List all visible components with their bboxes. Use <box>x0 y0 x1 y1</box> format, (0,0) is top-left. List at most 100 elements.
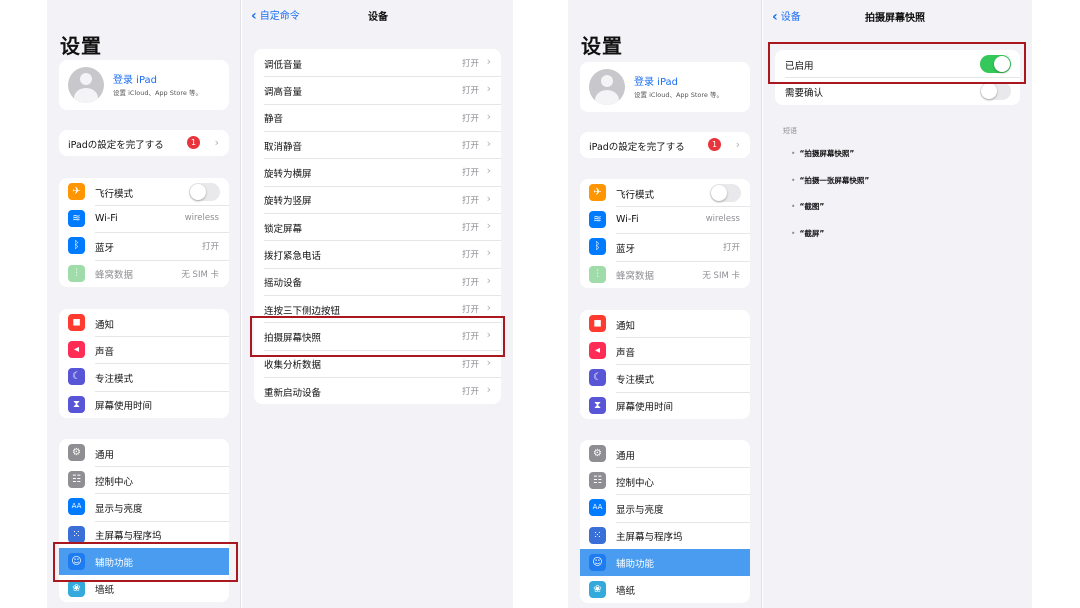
profile-card[interactable]: 登录 iPad 设置 iCloud、App Store 等。 <box>580 62 750 112</box>
sidebar-item-label: 辅助功能 <box>616 559 655 571</box>
notification-icon: ◼ <box>589 315 606 332</box>
back-button[interactable]: ‹ 自定命令 <box>251 7 300 24</box>
sidebar-item-value: wireless <box>184 213 219 224</box>
chevron-right-icon: › <box>486 355 491 369</box>
nav-title: 设备 <box>368 12 388 23</box>
command-label: 重新启动设备 <box>264 387 322 399</box>
bluetooth-icon: ᛒ <box>589 238 606 256</box>
sound-icon: ◂ <box>68 341 85 359</box>
sidebar-item[interactable]: ✈ 飞行模式 <box>59 178 229 205</box>
sidebar-item-label: 显示与亮度 <box>616 504 664 516</box>
sidebar-item-label: 专注模式 <box>95 373 134 385</box>
hourglass-icon: ⧗ <box>589 396 606 414</box>
gear-icon: ⚙ <box>68 444 85 461</box>
airplane-mode-toggle[interactable] <box>710 184 741 202</box>
sidebar-item[interactable]: ⧗ 屏幕使用时间 <box>59 390 229 418</box>
command-row[interactable]: 调低音量 打开 › <box>254 49 501 76</box>
sidebar-item[interactable]: ᛒ 蓝牙 打开 <box>59 232 229 259</box>
sidebar-item[interactable]: ☺ 辅助功能 <box>580 548 750 576</box>
sidebar-item[interactable]: ◂ 声音 <box>580 337 750 364</box>
sidebar-item[interactable]: ◼ 通知 <box>580 310 750 337</box>
command-row[interactable]: 拨打紧急电话 打开 › <box>254 240 501 267</box>
command-row[interactable]: 静音 打开 › <box>254 103 501 131</box>
sidebar-item[interactable]: ☷ 控制中心 <box>580 467 750 494</box>
airplane-icon: ✈ <box>68 183 85 200</box>
bullet-icon: • <box>791 149 796 158</box>
sidebar-item[interactable]: ◂ 声音 <box>59 336 229 363</box>
sidebar-item[interactable]: ☺ 辅助功能 <box>59 547 229 575</box>
command-row[interactable]: 锁定屏幕 打开 › <box>254 213 501 240</box>
confirm-toggle[interactable] <box>980 82 1011 101</box>
command-status: 打开 <box>461 305 479 316</box>
cellular-icon: ⫶ <box>68 264 85 282</box>
command-label: 拨打紧急电话 <box>264 250 322 262</box>
command-label: 旋转为横屏 <box>264 168 312 180</box>
chevron-right-icon: › <box>486 164 491 178</box>
sidebar-item-label: 声音 <box>616 347 636 359</box>
sidebar-item[interactable]: ⚙ 通用 <box>580 440 750 467</box>
setup-row[interactable]: iPadの設定を完了する 1 › <box>59 130 229 156</box>
wallpaper-icon: ❀ <box>68 579 85 597</box>
sidebar-item-label: 声音 <box>95 346 115 358</box>
sidebar-item-value: 无 SIM 卡 <box>181 269 219 280</box>
sidebar-item-label: 飞行模式 <box>616 189 655 201</box>
accessibility-icon: ☺ <box>589 553 606 571</box>
cellular-icon: ⫶ <box>589 265 606 283</box>
command-row[interactable]: 重新启动设备 打开 › <box>254 377 501 404</box>
sidebar-item[interactable]: ◼ 通知 <box>59 309 229 336</box>
sidebar-item[interactable]: ⁙ 主屏幕与程序坞 <box>59 520 229 548</box>
profile-card[interactable]: 登录 iPad 设置 iCloud、App Store 等。 <box>59 60 229 110</box>
chevron-right-icon: › <box>486 137 491 151</box>
sidebar-item[interactable]: ⚙ 通用 <box>59 439 229 466</box>
back-button[interactable]: ‹ 设备 <box>772 8 801 25</box>
command-label: 锁定屏幕 <box>264 223 303 235</box>
sidebar-item[interactable]: ⧗ 屏幕使用时间 <box>580 391 750 419</box>
phrase-text: “拍摄屏幕快照” <box>799 149 855 158</box>
notification-badge: 1 <box>187 136 200 149</box>
sidebar-item[interactable]: ☷ 控制中心 <box>59 466 229 493</box>
sidebar-item[interactable]: ✈ 飞行模式 <box>580 179 750 206</box>
sidebar-item-label: 蜂窝数据 <box>616 271 655 283</box>
sidebar-item[interactable]: ᛒ 蓝牙 打开 <box>580 233 750 260</box>
device-detail-pane: ‹ 自定命令 设备 调低音量 打开 › 调高音量 打开 › 静音 打开 › 取消静音 打开 › 旋转为横屏… <box>242 0 513 608</box>
command-row[interactable]: 旋转为竖屏 打开 › <box>254 185 501 213</box>
command-row[interactable]: 取消静音 打开 › <box>254 131 501 158</box>
command-label: 摇动设备 <box>264 278 303 290</box>
sidebar-item[interactable]: ⫶ 蜂窝数据 无 SIM 卡 <box>59 259 229 287</box>
profile-subtitle: 设置 iCloud、App Store 等。 <box>113 89 202 97</box>
command-row[interactable]: 调高音量 打开 › <box>254 76 501 103</box>
command-row[interactable]: 拍摄屏幕快照 打开 › <box>254 322 501 349</box>
sidebar-item[interactable]: ⁙ 主屏幕与程序坞 <box>580 521 750 549</box>
chevron-right-icon: › <box>486 82 491 96</box>
command-row[interactable]: 连按三下侧边按钮 打开 › <box>254 295 501 322</box>
sidebar-item[interactable]: ≋ Wi-Fi wireless <box>580 206 750 233</box>
connectivity-group: ✈ 飞行模式 ≋ Wi-Fi wireless ᛒ 蓝牙 打开 ⫶ 蜂窝数据 无 SIM 卡 <box>59 178 229 287</box>
sidebar-item-label: 通用 <box>616 450 636 462</box>
sidebar-item[interactable]: AA 显示与亮度 <box>580 494 750 521</box>
control-center-icon: ☷ <box>68 471 85 489</box>
command-row[interactable]: 摇动设备 打开 › <box>254 267 501 295</box>
setup-label: iPadの設定を完了する <box>68 140 164 151</box>
command-row[interactable]: 旋转为横屏 打开 › <box>254 158 501 185</box>
screenshot-command-detail-pane: ‹ 设备 拍摄屏幕快照 已启用 需要确认 短语 • “拍摄屏幕快照” • “拍摄一张屏幕… <box>763 0 1032 608</box>
display-icon: AA <box>68 498 85 516</box>
command-row[interactable]: 收集分析数据 打开 › <box>254 349 501 377</box>
airplane-mode-toggle[interactable] <box>189 183 220 201</box>
sidebar-item[interactable]: ❀ 墙纸 <box>59 575 229 602</box>
sidebar-item-value: wireless <box>705 214 740 225</box>
notifications-group: ◼ 通知 ◂ 声音 ☾ 专注模式 ⧗ 屏幕使用时间 <box>59 309 229 418</box>
sidebar-item-label: 通知 <box>95 319 115 331</box>
sidebar-item[interactable]: ≋ Wi-Fi wireless <box>59 205 229 232</box>
control-center-icon: ☷ <box>589 472 606 490</box>
sidebar-item[interactable]: ❀ 墙纸 <box>580 576 750 603</box>
setup-row[interactable]: iPadの設定を完了する 1 › <box>580 132 750 158</box>
sidebar-item[interactable]: ☾ 专注模式 <box>580 364 750 391</box>
chevron-right-icon: › <box>486 383 491 397</box>
sidebar-item[interactable]: ⫶ 蜂窝数据 无 SIM 卡 <box>580 260 750 288</box>
sidebar-item[interactable]: ☾ 专注模式 <box>59 363 229 390</box>
chevron-right-icon: › <box>486 109 491 123</box>
home-screen-icon: ⁙ <box>589 526 606 544</box>
sidebar-item[interactable]: AA 显示与亮度 <box>59 493 229 520</box>
sidebar-item-label: 墙纸 <box>616 586 636 598</box>
enabled-toggle[interactable] <box>980 55 1011 73</box>
